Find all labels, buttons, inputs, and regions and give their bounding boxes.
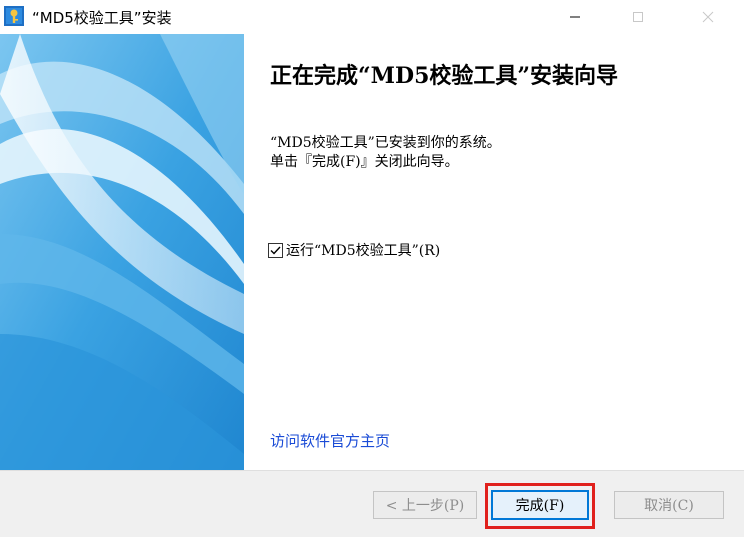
installed-message: “MD5校验工具”已安装到你的系统。 [270,135,501,151]
window-title: “MD5校验工具”安装 [32,9,172,27]
run-app-label: 运行“MD5校验工具”(R) [286,243,441,259]
minimize-icon [570,16,580,18]
banner-swirl-graphic [0,34,244,470]
maximize-icon [633,12,643,22]
button-bar: < 上一步(P) 完成(F) 取消(C) [0,470,744,537]
cancel-button[interactable]: 取消(C) [614,491,724,519]
back-button[interactable]: < 上一步(P) [373,491,477,519]
checkbox-checked-icon[interactable] [268,242,283,258]
wizard-banner-image [0,34,244,470]
finish-instruction: 单击『完成(F)』关闭此向导。 [270,154,459,170]
official-homepage-link[interactable]: 访问软件官方主页 [270,430,390,451]
title-bar: “MD5校验工具”安装 [0,0,744,34]
page-title: 正在完成“MD5校验工具”安装向导 [270,63,619,89]
maximize-button[interactable] [615,0,661,34]
finish-button[interactable]: 完成(F) [491,490,589,520]
app-icon [4,6,24,26]
run-app-option[interactable]: 运行“MD5校验工具”(R) [268,240,440,260]
close-button[interactable] [685,0,731,34]
wizard-content: 正在完成“MD5校验工具”安装向导 “MD5校验工具”已安装到你的系统。 单击『… [244,34,744,470]
close-icon [702,11,714,23]
completion-message: “MD5校验工具”已安装到你的系统。 单击『完成(F)』关闭此向导。 [270,134,501,172]
minimize-button[interactable] [552,0,598,34]
